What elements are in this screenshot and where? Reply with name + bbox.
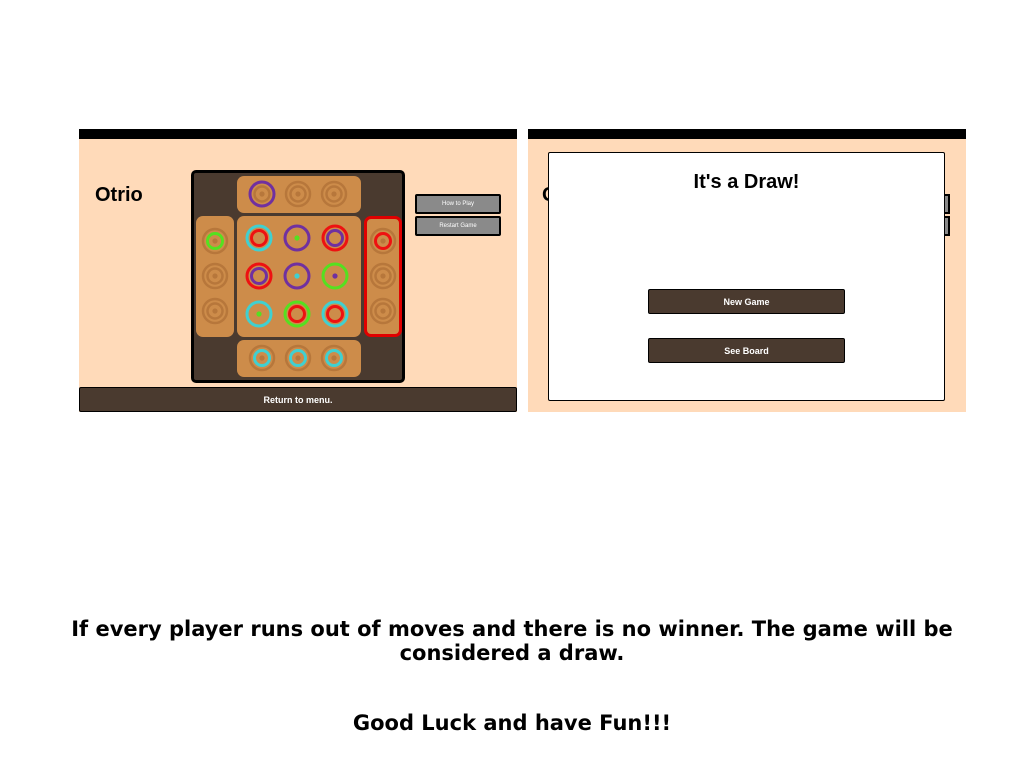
small-peg [331, 191, 337, 197]
small-peg [380, 273, 386, 279]
board-grid [237, 216, 361, 337]
small-peg [212, 273, 218, 279]
see-board-button[interactable]: See Board [648, 338, 845, 363]
medium-ring [250, 267, 268, 285]
draw-title: It's a Draw! [693, 171, 800, 193]
medium-ring [250, 229, 268, 247]
right-tray-piece[interactable] [368, 296, 398, 326]
how-to-play-button[interactable]: How to Play [415, 194, 501, 214]
left-piece-tray [196, 216, 234, 337]
small-peg [212, 308, 218, 314]
board-cell[interactable] [244, 223, 274, 253]
small-peg [259, 191, 265, 197]
top-tray-piece[interactable] [247, 179, 277, 209]
small-peg [256, 311, 262, 317]
top-bar [528, 129, 966, 139]
board-cell[interactable] [282, 299, 312, 329]
good-luck-text: Good Luck and have Fun!!! [352, 711, 672, 735]
small-peg [331, 355, 337, 361]
draw-dialog: It's a Draw! New Game See Board [548, 152, 945, 401]
right-tray-piece[interactable] [368, 261, 398, 291]
board-cell[interactable] [244, 261, 274, 291]
bottom-tray-piece[interactable] [283, 343, 313, 373]
small-peg [294, 273, 300, 279]
medium-ring [326, 305, 344, 323]
bottom-tray-piece[interactable] [319, 343, 349, 373]
small-peg [212, 238, 218, 244]
small-peg [295, 355, 301, 361]
right-piece-tray-active [364, 216, 402, 337]
new-game-button[interactable]: New Game [648, 289, 845, 314]
left-tray-piece[interactable] [200, 296, 230, 326]
board-cell[interactable] [282, 261, 312, 291]
game-board [191, 170, 405, 383]
small-peg [294, 235, 300, 241]
game-screen: Otrio How to Play Restart Game Return to… [79, 129, 517, 412]
board-cell[interactable] [282, 223, 312, 253]
bottom-tray-piece[interactable] [247, 343, 277, 373]
top-piece-tray [237, 176, 361, 213]
board-cell[interactable] [320, 261, 350, 291]
left-tray-piece[interactable] [200, 226, 230, 256]
board-cell[interactable] [244, 299, 274, 329]
restart-game-button[interactable]: Restart Game [415, 216, 501, 236]
draw-screen: O It's a Draw! New Game See Board [528, 129, 966, 412]
top-tray-piece[interactable] [283, 179, 313, 209]
board-cell[interactable] [320, 299, 350, 329]
return-to-menu-button[interactable]: Return to menu. [79, 387, 517, 412]
top-tray-piece[interactable] [319, 179, 349, 209]
small-peg [380, 308, 386, 314]
bottom-piece-tray [237, 340, 361, 377]
small-peg [332, 273, 338, 279]
top-bar [79, 129, 517, 139]
game-title: Otrio [95, 184, 143, 206]
small-peg [259, 355, 265, 361]
medium-ring [288, 305, 306, 323]
right-tray-piece[interactable] [368, 226, 398, 256]
board-cell[interactable] [320, 223, 350, 253]
medium-ring [326, 229, 344, 247]
draw-rule-text: If every player runs out of moves and th… [71, 617, 953, 665]
left-tray-piece[interactable] [200, 261, 230, 291]
small-peg [295, 191, 301, 197]
small-peg [380, 238, 386, 244]
